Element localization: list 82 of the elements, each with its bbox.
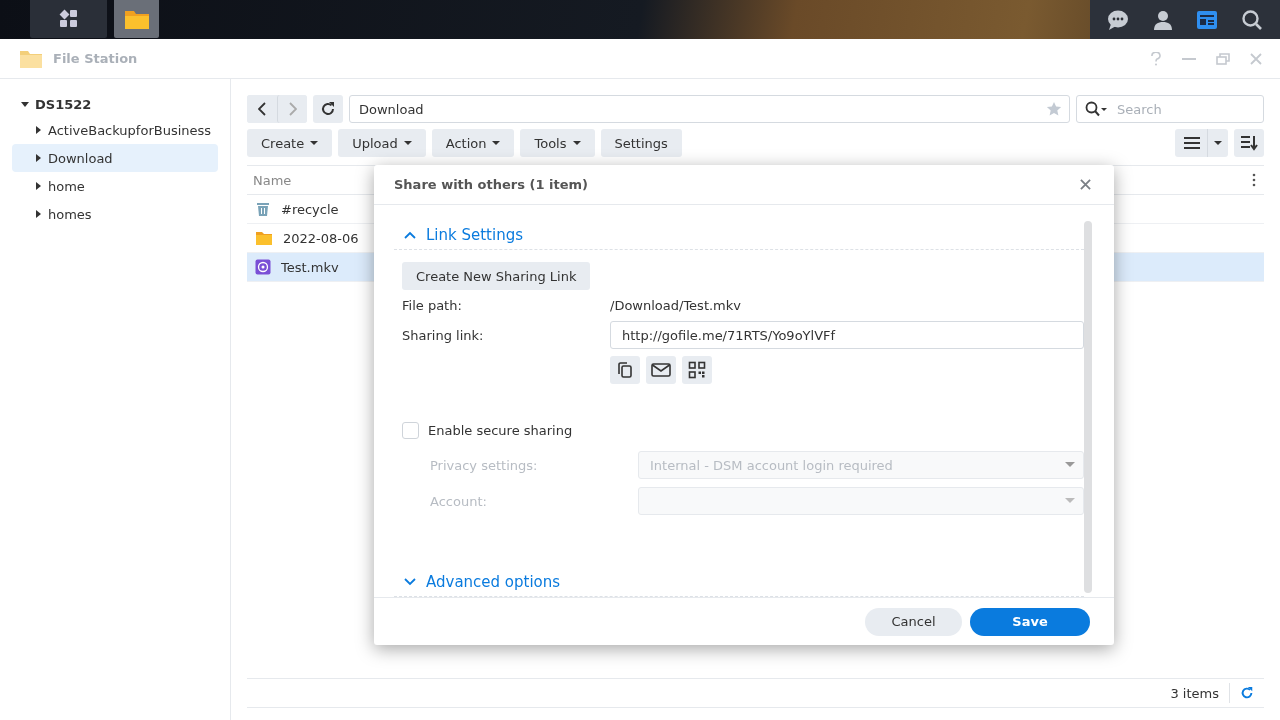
- sort-button[interactable]: [1234, 129, 1264, 157]
- toolbar-button[interactable]: Settings: [600, 129, 682, 157]
- refresh-icon[interactable]: [1240, 686, 1254, 700]
- caret-icon: [310, 140, 319, 146]
- section-header[interactable]: Link Settings: [394, 221, 1084, 250]
- caret-icon: [572, 140, 581, 146]
- dialog-title: Share with others (1 item): [394, 177, 588, 192]
- refresh-icon: [320, 101, 336, 117]
- folder-label[interactable]: home: [48, 178, 85, 194]
- caret-icon[interactable]: [34, 182, 42, 190]
- sidebar-item[interactable]: home: [12, 172, 218, 200]
- checkbox[interactable]: [402, 421, 419, 439]
- caret-icon[interactable]: [34, 154, 42, 162]
- chevron-icon: [404, 578, 416, 586]
- more-icon[interactable]: [1252, 173, 1256, 187]
- caret-icon[interactable]: [34, 210, 42, 218]
- sharing-link-field[interactable]: http://gofile.me/71RTS/Yo9oYlVFf: [610, 321, 1084, 349]
- chevron-left-icon: [258, 102, 266, 116]
- file-station-button[interactable]: [114, 0, 159, 38]
- user-icon[interactable]: [1151, 8, 1174, 31]
- checkbox-label[interactable]: Enable secure sharing: [428, 422, 573, 438]
- dropdown-button[interactable]: Action: [431, 129, 515, 157]
- window-title: File Station: [53, 51, 138, 66]
- file-name: #recycle: [281, 201, 339, 217]
- chevron-right-icon: [288, 102, 297, 116]
- field-label: Sharing link:: [402, 327, 485, 343]
- star-icon[interactable]: [1046, 101, 1062, 117]
- section-header[interactable]: Advanced options: [394, 568, 1084, 597]
- scrollbar[interactable]: [1084, 221, 1092, 593]
- view-mode-button[interactable]: [1175, 129, 1228, 157]
- qr-code-icon: [688, 361, 706, 379]
- caret-icon: [492, 140, 501, 146]
- column-header[interactable]: Name: [253, 172, 292, 188]
- create-link-button[interactable]: Create New Sharing Link: [402, 262, 591, 290]
- envelope-icon: [651, 362, 671, 378]
- save-button[interactable]: Save: [970, 607, 1090, 636]
- sort-icon: [1240, 135, 1258, 151]
- field-label: Privacy settings:: [430, 457, 539, 473]
- caret-icon: [1214, 140, 1222, 146]
- trash-icon: [255, 201, 271, 217]
- sidebar-item[interactable]: homes: [12, 200, 218, 228]
- qr-code-button[interactable]: [682, 356, 712, 384]
- field-label: File path:: [402, 297, 463, 313]
- caret-icon[interactable]: [34, 126, 42, 134]
- chat-icon[interactable]: [1107, 8, 1130, 31]
- caret-icon: [1065, 462, 1075, 468]
- sidebar-item[interactable]: ActiveBackupforBusiness: [12, 116, 218, 144]
- dropdown-button[interactable]: Tools: [520, 129, 595, 157]
- folder-icon: [19, 48, 43, 69]
- caret-icon[interactable]: [21, 100, 29, 108]
- item-count: 3 items: [1170, 685, 1219, 701]
- refresh-button[interactable]: [313, 95, 343, 123]
- copy-button[interactable]: [610, 356, 640, 384]
- path-field[interactable]: Download: [349, 95, 1070, 123]
- folder-label[interactable]: Download: [48, 150, 113, 166]
- list-icon: [1183, 136, 1201, 150]
- sidebar-item[interactable]: Download: [12, 144, 218, 172]
- folder-label[interactable]: ActiveBackupforBusiness: [48, 122, 212, 138]
- search-icon[interactable]: [1085, 101, 1107, 117]
- folder-icon: [123, 8, 150, 30]
- dropdown-button[interactable]: Upload: [338, 129, 426, 157]
- file-path-value: /Download/Test.mkv: [610, 297, 741, 313]
- dropdown-button[interactable]: Create: [247, 129, 333, 157]
- search-icon[interactable]: [1240, 8, 1263, 31]
- grid-icon: [58, 9, 79, 29]
- main-menu-button[interactable]: [30, 0, 107, 38]
- caret-icon: [1065, 498, 1075, 504]
- search-field[interactable]: Search: [1076, 95, 1264, 123]
- close-icon[interactable]: [1080, 179, 1091, 190]
- caret-icon: [403, 140, 412, 146]
- file-name: 2022-08-06: [283, 230, 359, 246]
- chevron-icon: [404, 231, 416, 239]
- cancel-button[interactable]: Cancel: [865, 607, 962, 636]
- widget-icon[interactable]: [1196, 8, 1219, 31]
- email-button[interactable]: [646, 356, 676, 384]
- folder-label[interactable]: homes: [48, 206, 92, 222]
- file-name: Test.mkv: [281, 259, 339, 275]
- copy-icon: [616, 361, 634, 379]
- folder-icon: [255, 230, 273, 246]
- field-label: Account:: [430, 493, 488, 509]
- video-file-icon: [255, 259, 271, 275]
- tree-root-label[interactable]: DS1522: [35, 96, 92, 112]
